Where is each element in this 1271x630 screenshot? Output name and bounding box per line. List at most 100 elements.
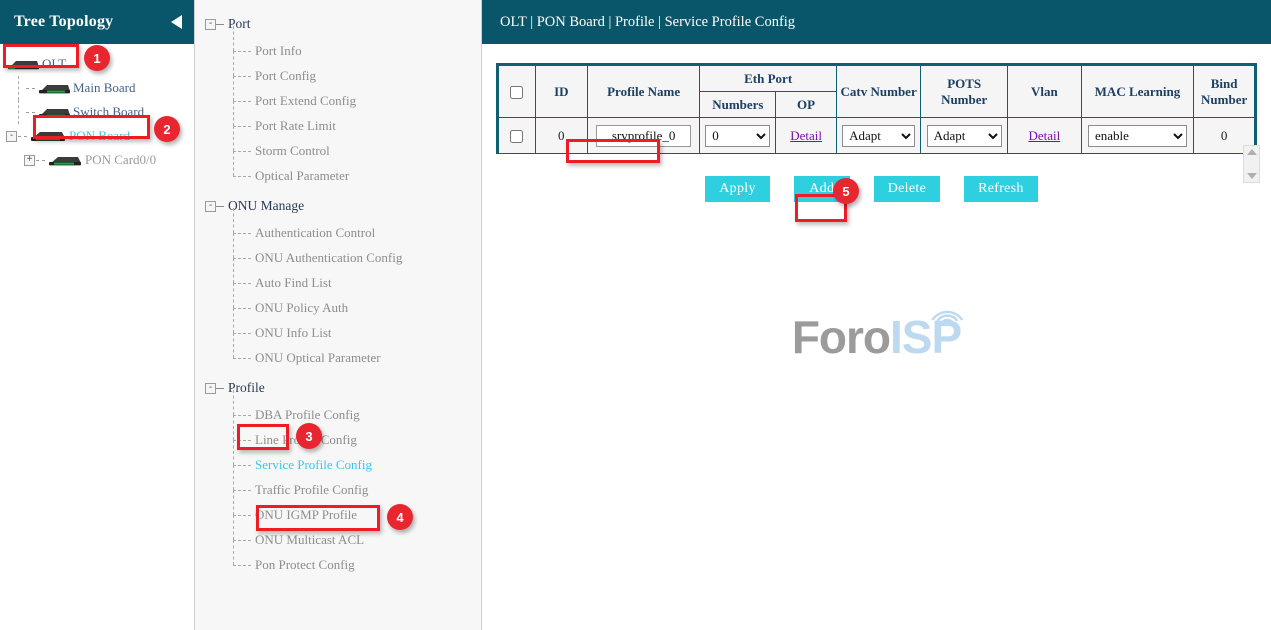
tree-node-switch-board[interactable]: Switch Board: [0, 100, 194, 124]
table-row-scrollbar[interactable]: [1243, 145, 1260, 183]
menu-item-pon-protect-config[interactable]: Pon Protect Config: [195, 552, 481, 577]
menu-stem: [233, 126, 234, 151]
table-body: 0 0 Detail: [499, 118, 1255, 154]
menu-group-profile[interactable]: - Profile: [195, 374, 481, 402]
tree-branch: [18, 136, 27, 137]
tree-vline: [18, 76, 19, 100]
triangle-up-icon[interactable]: [1247, 149, 1257, 155]
breadcrumb: OLT | PON Board | Profile | Service Prof…: [482, 0, 1271, 44]
menu-item-label: Line Profile Config: [255, 432, 357, 448]
row-select-cell: [499, 118, 536, 154]
menu-item-onu-optical-parameter[interactable]: ONU Optical Parameter: [195, 345, 481, 370]
menu-item-port-extend-config[interactable]: Port Extend Config: [195, 88, 481, 113]
menu-expander-icon[interactable]: -: [205, 19, 216, 30]
menu-item-label: Storm Control: [255, 143, 330, 159]
menu-group-label: Port: [228, 16, 251, 32]
table-row[interactable]: 0 0 Detail: [499, 118, 1255, 154]
mac-learning-select[interactable]: enable: [1088, 125, 1187, 147]
menu-group-onu-manage[interactable]: - ONU Manage: [195, 192, 481, 220]
menu-branch: [233, 258, 251, 259]
breadcrumb-text: OLT | PON Board | Profile | Service Prof…: [500, 14, 795, 31]
tree-node-pon-card[interactable]: + PON Card0/0: [0, 148, 194, 172]
menu-stem: [233, 233, 234, 258]
menu-item-port-info[interactable]: Port Info: [195, 38, 481, 63]
eth-op-detail-link[interactable]: Detail: [790, 128, 822, 143]
antenna-icon: [924, 298, 970, 324]
menu-item-service-profile-config[interactable]: Service Profile Config: [195, 452, 481, 477]
menu-stem: [233, 333, 234, 358]
catv-number-select[interactable]: Adapt: [842, 125, 915, 147]
cell-eth-numbers: 0: [700, 118, 776, 154]
menu-group-port[interactable]: - Port: [195, 10, 481, 38]
menu-item-port-config[interactable]: Port Config: [195, 63, 481, 88]
menu-item-port-rate-limit[interactable]: Port Rate Limit: [195, 113, 481, 138]
menu-item-label: Optical Parameter: [255, 168, 349, 184]
menu-stem: [233, 390, 234, 415]
menu-branch: [233, 51, 251, 52]
pots-number-select[interactable]: Adapt: [927, 125, 1002, 147]
header-eth-port: Eth Port: [700, 66, 836, 92]
tree-branch: [26, 88, 35, 89]
menu-branch: [233, 333, 251, 334]
menu-stem: [233, 208, 234, 233]
triangle-down-icon[interactable]: [1247, 173, 1257, 179]
tree-topology-title: Tree Topology: [14, 13, 113, 31]
menu-stem: [233, 515, 234, 540]
header-eth-numbers: Numbers: [700, 92, 776, 118]
tree-node-pon-board[interactable]: - PON Board: [0, 124, 194, 148]
tree-vline: [18, 100, 19, 124]
menu-item-optical-parameter[interactable]: Optical Parameter: [195, 163, 481, 188]
menu-stem: [233, 465, 234, 490]
tree-branch: [26, 112, 35, 113]
application-root: Tree Topology OLT: [0, 0, 1271, 630]
menu-expander-icon[interactable]: -: [205, 201, 216, 212]
menu-item-label: Authentication Control: [255, 225, 375, 241]
menu-stem: [233, 151, 234, 176]
menu-stem: [233, 258, 234, 283]
menu-item-dba-profile-config[interactable]: DBA Profile Config: [195, 402, 481, 427]
delete-button[interactable]: Delete: [874, 176, 940, 202]
menu-item-line-profile-config[interactable]: Line Profile Config: [195, 427, 481, 452]
cell-catv-number: Adapt: [836, 118, 920, 154]
menu-item-onu-authentication-config[interactable]: ONU Authentication Config: [195, 245, 481, 270]
tree-expander-expand[interactable]: +: [24, 155, 35, 166]
row-checkbox[interactable]: [510, 130, 523, 143]
menu-item-onu-info-list[interactable]: ONU Info List: [195, 320, 481, 345]
navigation-menu-panel: - Port Port Info Port Config Port Extend…: [195, 0, 482, 630]
tree-expander-collapse[interactable]: -: [6, 131, 17, 142]
menu-branch: [233, 283, 251, 284]
apply-button[interactable]: Apply: [705, 176, 770, 202]
menu-item-authentication-control[interactable]: Authentication Control: [195, 220, 481, 245]
profile-name-input[interactable]: [596, 125, 691, 147]
menu-item-onu-igmp-profile[interactable]: ONU IGMP Profile: [195, 502, 481, 527]
vlan-detail-link[interactable]: Detail: [1028, 128, 1060, 143]
tree-branch: [36, 160, 45, 161]
add-button[interactable]: Add: [794, 176, 850, 202]
menu-item-label: ONU IGMP Profile: [255, 507, 357, 523]
select-all-checkbox[interactable]: [510, 86, 523, 99]
menu-item-label: ONU Policy Auth: [255, 300, 348, 316]
menu-branch: [233, 101, 251, 102]
tree-node-olt[interactable]: OLT: [0, 52, 194, 76]
menu-branch: [233, 76, 251, 77]
menu-branch: [233, 126, 251, 127]
device-icon: [37, 82, 71, 95]
menu-item-storm-control[interactable]: Storm Control: [195, 138, 481, 163]
menu-group-label: ONU Manage: [228, 198, 304, 214]
menu-expander-icon[interactable]: -: [205, 383, 216, 394]
menu-item-auto-find-list[interactable]: Auto Find List: [195, 270, 481, 295]
watermark-text-foro: Foro: [792, 314, 890, 360]
menu-stem: [233, 76, 234, 101]
menu-branch: [233, 465, 251, 466]
tree-node-main-board[interactable]: Main Board: [0, 76, 194, 100]
menu-item-onu-multicast-acl[interactable]: ONU Multicast ACL: [195, 527, 481, 552]
menu-item-traffic-profile-config[interactable]: Traffic Profile Config: [195, 477, 481, 502]
menu-item-label: Port Info: [255, 43, 302, 59]
eth-numbers-select[interactable]: 0: [705, 125, 770, 147]
refresh-button[interactable]: Refresh: [964, 176, 1038, 202]
menu-branch: [233, 176, 251, 177]
content-body: Foro ISP: [482, 44, 1271, 630]
chevron-left-icon[interactable]: [168, 11, 184, 33]
menu-item-onu-policy-auth[interactable]: ONU Policy Auth: [195, 295, 481, 320]
device-icon: [47, 154, 83, 167]
